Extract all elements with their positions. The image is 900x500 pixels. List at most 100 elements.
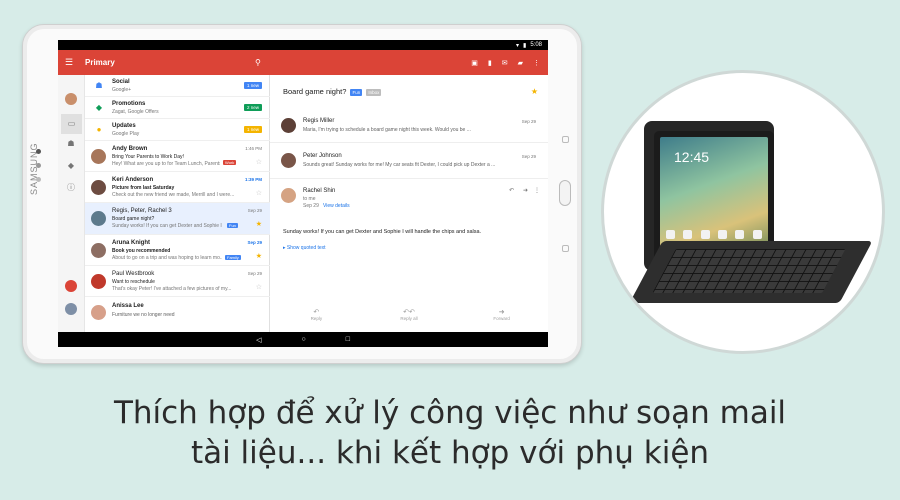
info-icon[interactable]: ⓘ xyxy=(65,182,77,194)
list-item-subtitle: Google Play xyxy=(112,131,140,137)
thread-message-collapsed[interactable]: Regis Miller Maria, I'm trying to schedu… xyxy=(270,109,548,143)
message-recipient: to me xyxy=(303,196,316,202)
message-date: Sep 29 xyxy=(521,154,536,159)
avatar xyxy=(91,180,106,195)
list-item-time: Sep 29 xyxy=(247,271,262,276)
recent-key[interactable] xyxy=(562,136,569,143)
archive-icon[interactable]: ▣ xyxy=(471,59,478,67)
home-key[interactable] xyxy=(559,180,571,206)
back-icon[interactable]: ◁ xyxy=(256,336,261,344)
list-item-snippet: That's okay Peter! I've attached a few p… xyxy=(112,286,232,292)
list-item-promotions[interactable]: ◆ Promotions Zagat, Google Offers 2 new xyxy=(85,97,270,119)
new-count-badge: 2 new xyxy=(243,104,262,111)
message-snippet: Maria, I'm trying to schedule a board ga… xyxy=(303,127,471,133)
caption: Thích hợp để xử lý công việc như soạn ma… xyxy=(0,393,900,473)
tablet-screen: ▾ ▮ 5:08 ☰ Primary ⚲ ▣ ▮ ✉ ▰ ⋮ ▭ ☗ ◆ ⓘ ☗… xyxy=(58,40,548,347)
message-sender: Rachel Shin xyxy=(303,188,336,194)
star-icon[interactable]: ★ xyxy=(256,220,262,228)
list-item-updates[interactable]: ● Updates Google Play 1 new xyxy=(85,119,270,141)
star-icon[interactable]: ★ xyxy=(256,252,262,260)
people-icon: ☗ xyxy=(95,81,103,90)
list-item-mail-selected[interactable]: Regis, Peter, Rachel 3 Board game night?… xyxy=(85,203,270,235)
move-folder-icon[interactable]: ▰ xyxy=(518,59,523,67)
front-camera xyxy=(36,149,41,154)
list-item-social[interactable]: ☗ Social Google+ 1 new xyxy=(85,75,270,97)
message-sender: Regis Miller xyxy=(303,118,335,124)
menu-icon[interactable]: ☰ xyxy=(65,57,77,68)
label-icon[interactable]: ◆ xyxy=(65,160,77,172)
label-chip[interactable]: Inbox xyxy=(366,89,382,96)
star-icon[interactable]: ☆ xyxy=(256,283,262,291)
list-item-time: 1:46 PM xyxy=(245,146,262,151)
proximity-sensor xyxy=(36,177,41,182)
thread-message-expanded: Rachel Shin to me Sep 29 View details ↶ … xyxy=(270,179,548,308)
list-item-time: Sep 29 xyxy=(247,240,262,245)
reply-icon[interactable]: ↶ xyxy=(509,187,514,194)
delete-icon[interactable]: ▮ xyxy=(488,59,492,67)
list-item-time: Sep 29 xyxy=(247,208,262,213)
list-item-subject: Board game night? xyxy=(112,216,155,222)
forward-button[interactable]: ➜ Forward xyxy=(472,308,532,321)
view-details-link[interactable]: View details xyxy=(323,203,350,209)
star-icon[interactable]: ☆ xyxy=(256,189,262,197)
list-item-mail[interactable]: Keri Anderson Picture from last Saturday… xyxy=(85,172,270,203)
nav-rail: ▭ ☗ ◆ ⓘ xyxy=(58,75,85,332)
list-item-mail[interactable]: Anissa Lee Furniture we no longer need xyxy=(85,297,270,332)
android-nav-bar: ◁ ○ □ xyxy=(58,332,548,347)
inbox-icon[interactable]: ▭ xyxy=(61,114,82,134)
label-chip: Work xyxy=(223,160,237,165)
accessory-tablet-clock: 12:45 xyxy=(674,149,710,165)
account-avatar[interactable] xyxy=(65,93,77,105)
list-item-sender: Keri Anderson xyxy=(112,177,154,183)
overflow-menu-icon[interactable]: ⋮ xyxy=(534,187,540,194)
recents-icon[interactable]: □ xyxy=(346,336,350,343)
list-item-sender: Aruna Knight xyxy=(112,240,150,246)
star-icon[interactable]: ★ xyxy=(531,87,538,96)
star-icon[interactable]: ☆ xyxy=(256,158,262,166)
forward-label: Forward xyxy=(493,316,510,321)
forward-icon[interactable]: ➜ xyxy=(523,187,528,194)
thread-message-collapsed[interactable]: Peter Johnson Sounds great! Sunday works… xyxy=(270,143,548,179)
list-item-subtitle: Google+ xyxy=(112,87,132,93)
avatar xyxy=(281,118,296,133)
avatar xyxy=(91,305,106,320)
message-snippet: Sounds great! Sunday works for me! My ca… xyxy=(303,162,496,168)
app-bar: ☰ Primary ⚲ ▣ ▮ ✉ ▰ ⋮ xyxy=(58,50,548,75)
status-bar: ▾ ▮ 5:08 xyxy=(58,40,548,50)
back-key[interactable] xyxy=(562,245,569,252)
list-item-subject: Furniture we no longer need xyxy=(112,312,175,318)
reply-label: Reply xyxy=(310,316,323,321)
new-count-badge: 1 new xyxy=(243,82,262,89)
label-chip[interactable]: Fun xyxy=(350,89,363,96)
list-item-sender: Paul Westbrook xyxy=(112,271,155,277)
keyboard-keys xyxy=(652,249,846,293)
reply-all-icon: ↶↶ xyxy=(403,309,415,316)
list-item-mail[interactable]: Aruna Knight Book you recommended About … xyxy=(85,235,270,266)
tag-icon: ◆ xyxy=(95,103,103,112)
list-item-subject: Bring Your Parents to Work Day! xyxy=(112,154,184,160)
reply-button[interactable]: ↶ Reply xyxy=(286,308,346,321)
search-icon[interactable]: ⚲ xyxy=(255,58,261,67)
list-item-mail[interactable]: Andy Brown Bring Your Parents to Work Da… xyxy=(85,141,270,172)
message-date: Sep 29 xyxy=(521,119,536,124)
label-chip: Fun xyxy=(227,223,238,228)
message-body: Sunday works! If you can get Dexter and … xyxy=(283,229,482,235)
list-item-sender: Anissa Lee xyxy=(112,303,144,309)
home-icon[interactable]: ○ xyxy=(301,336,305,343)
message-sender: Peter Johnson xyxy=(303,153,342,159)
mail-icon[interactable]: ✉ xyxy=(502,59,508,67)
overflow-menu-icon[interactable]: ⋮ xyxy=(533,59,540,67)
show-quoted-link[interactable]: ▸ Show quoted text xyxy=(283,245,326,251)
people-icon[interactable]: ☗ xyxy=(65,138,77,150)
reply-all-button[interactable]: ↶↶ Reply all xyxy=(379,308,439,321)
contact-avatar-1[interactable] xyxy=(65,280,77,292)
reply-bar: ↶ Reply ↶↶ Reply all ➜ Forward xyxy=(270,308,548,321)
thread-subject-text: Board game night? xyxy=(283,87,347,96)
list-item-sender: Regis, Peter, Rachel 3 xyxy=(112,208,172,214)
list-item-subject: Want to reschedule xyxy=(112,279,155,285)
thread-subject: Board game night? Fun Inbox xyxy=(283,87,382,96)
list-item-mail[interactable]: Paul Westbrook Want to reschedule That's… xyxy=(85,266,270,297)
contact-avatar-2[interactable] xyxy=(65,303,77,315)
battery-icon: ▮ xyxy=(523,42,527,49)
avatar xyxy=(281,153,296,168)
